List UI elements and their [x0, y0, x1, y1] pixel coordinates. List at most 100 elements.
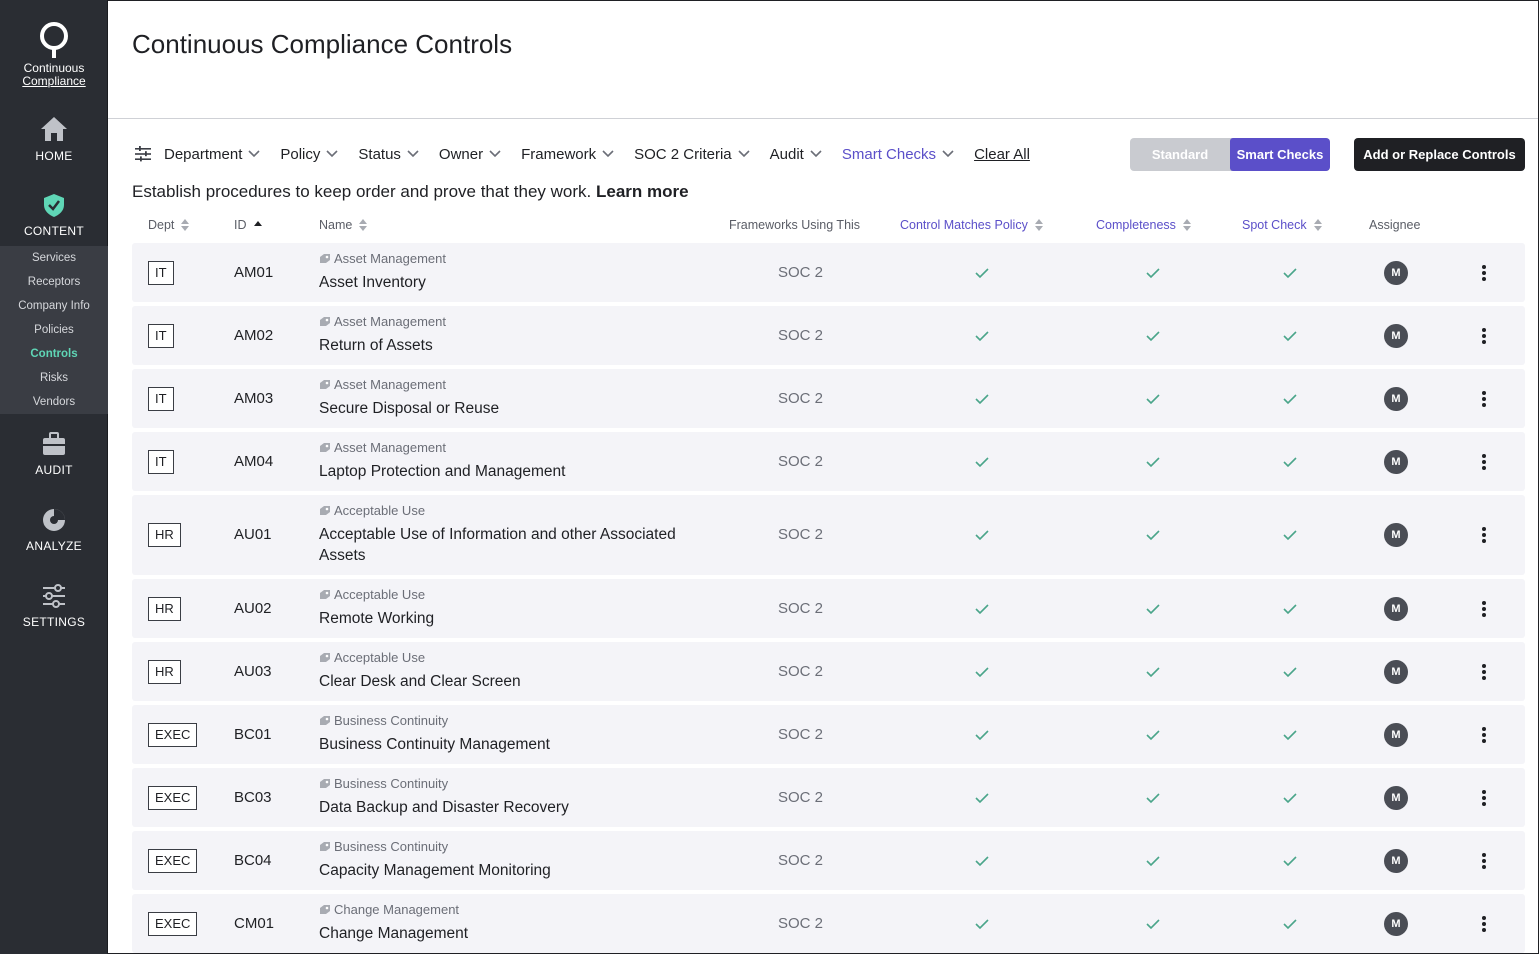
filter-bar: Department Policy Status Owner Framework…: [134, 141, 1030, 167]
control-title[interactable]: Remote Working: [319, 608, 719, 629]
assignee-avatar[interactable]: M: [1384, 911, 1408, 936]
control-matches-policy-check-icon: [975, 329, 989, 347]
more-options-icon[interactable]: [1478, 663, 1490, 680]
assignee-avatar[interactable]: M: [1384, 386, 1408, 411]
table-row[interactable]: HR AU02 Acceptable Use Remote Working SOC 2 M: [132, 579, 1525, 638]
more-options-icon[interactable]: [1478, 915, 1490, 932]
tag-icon: [320, 652, 330, 662]
filter-status[interactable]: Status: [358, 146, 419, 163]
control-title[interactable]: Business Continuity Management: [319, 734, 719, 755]
more-options-icon[interactable]: [1478, 852, 1490, 869]
table-row[interactable]: EXEC BC01 Business Continuity Business Cont…: [132, 705, 1525, 764]
table-row[interactable]: IT AM01 Asset Management Asset Inventory SOC…: [132, 243, 1525, 302]
nav-analyze[interactable]: ANALYZE: [0, 507, 108, 553]
assignee-avatar[interactable]: M: [1384, 449, 1408, 474]
logo-icon: [40, 22, 68, 58]
toggle-smart-checks[interactable]: Smart Checks: [1230, 138, 1330, 171]
control-title[interactable]: Acceptable Use of Information and other …: [319, 524, 719, 566]
control-title[interactable]: Change Management: [319, 923, 719, 944]
main-content: Continuous Compliance Controls Departmen…: [108, 0, 1539, 954]
more-options-icon[interactable]: [1478, 327, 1490, 344]
more-options-icon[interactable]: [1478, 453, 1490, 470]
control-title[interactable]: Data Backup and Disaster Recovery: [319, 797, 719, 818]
assignee-avatar[interactable]: M: [1384, 848, 1408, 873]
nav-home[interactable]: HOME: [0, 115, 108, 163]
tag-icon: [320, 715, 330, 725]
assignee-avatar[interactable]: M: [1384, 523, 1408, 547]
control-category: Change Management: [319, 901, 719, 917]
col-frameworks: Frameworks Using This: [729, 218, 861, 232]
filter-owner[interactable]: Owner: [439, 146, 501, 163]
assignee-avatar[interactable]: M: [1384, 722, 1408, 747]
clear-all-link[interactable]: Clear All: [974, 146, 1030, 163]
more-options-icon[interactable]: [1478, 789, 1490, 806]
subnav-controls[interactable]: Controls: [0, 342, 108, 366]
table-row[interactable]: EXEC CM01 Change Management Change Manageme…: [132, 894, 1525, 953]
col-completeness[interactable]: Completeness: [1096, 218, 1192, 232]
app-logo[interactable]: Continuous Compliance: [0, 22, 108, 88]
filter-sliders-icon[interactable]: [134, 145, 152, 163]
table-row[interactable]: IT AM02 Asset Management Return of Assets SO…: [132, 306, 1525, 365]
subnav-risks[interactable]: Risks: [0, 366, 108, 390]
subnav-policies[interactable]: Policies: [0, 318, 108, 342]
nav-audit[interactable]: AUDIT: [0, 431, 108, 477]
control-title[interactable]: Capacity Management Monitoring: [319, 860, 719, 881]
table-row[interactable]: IT AM03 Asset Management Secure Disposal or…: [132, 369, 1525, 428]
control-title[interactable]: Asset Inventory: [319, 272, 719, 293]
control-title[interactable]: Laptop Protection and Management: [319, 461, 719, 482]
toggle-standard[interactable]: Standard: [1130, 138, 1230, 171]
home-icon: [41, 117, 67, 141]
framework-label: SOC 2: [778, 389, 824, 407]
spot-check-check-icon: [1283, 602, 1297, 620]
table-row[interactable]: EXEC BC04 Business Continuity Capacity Mana…: [132, 831, 1525, 890]
filter-smart-checks[interactable]: Smart Checks: [842, 146, 954, 163]
assignee-avatar[interactable]: M: [1384, 260, 1408, 285]
dept-badge: HR: [148, 596, 181, 621]
more-options-icon[interactable]: [1478, 726, 1490, 743]
tag-icon: [320, 841, 330, 851]
control-title[interactable]: Secure Disposal or Reuse: [319, 398, 719, 419]
control-title[interactable]: Return of Assets: [319, 335, 719, 356]
more-options-icon[interactable]: [1478, 600, 1490, 617]
dept-badge: IT: [148, 323, 174, 348]
sort-icon: [1313, 219, 1322, 231]
more-options-icon[interactable]: [1478, 264, 1490, 281]
dept-badge: EXEC: [148, 848, 198, 873]
nav-settings[interactable]: SETTINGS: [0, 583, 108, 629]
subnav-services[interactable]: Services: [0, 246, 108, 270]
col-spot-check[interactable]: Spot Check: [1242, 218, 1323, 232]
table-row[interactable]: HR AU03 Acceptable Use Clear Desk and Clear…: [132, 642, 1525, 701]
table-row[interactable]: EXEC BC03 Business Continuity Data Backup a…: [132, 768, 1525, 827]
col-name[interactable]: Name: [319, 218, 368, 232]
spot-check-check-icon: [1283, 854, 1297, 872]
filter-policy[interactable]: Policy: [280, 146, 338, 163]
filter-framework[interactable]: Framework: [521, 146, 614, 163]
control-title[interactable]: Clear Desk and Clear Screen: [319, 671, 719, 692]
col-control-matches-policy[interactable]: Control Matches Policy: [900, 218, 1044, 232]
filter-audit[interactable]: Audit: [770, 146, 822, 163]
more-options-icon[interactable]: [1478, 390, 1490, 407]
assignee-avatar[interactable]: M: [1384, 785, 1408, 810]
learn-more-link[interactable]: Learn more: [596, 182, 689, 201]
filter-department[interactable]: Department: [164, 146, 260, 163]
subnav-receptors[interactable]: Receptors: [0, 270, 108, 294]
col-id[interactable]: ID: [234, 218, 263, 232]
subnav-vendors[interactable]: Vendors: [0, 390, 108, 414]
spot-check-check-icon: [1283, 329, 1297, 347]
filter-soc2-criteria[interactable]: SOC 2 Criteria: [634, 146, 750, 163]
more-options-icon[interactable]: [1478, 527, 1490, 543]
table-row[interactable]: HR AU01 Acceptable Use Acceptable Use of In…: [132, 495, 1525, 575]
col-assignee: Assignee: [1369, 218, 1421, 232]
col-dept[interactable]: Dept: [148, 218, 190, 232]
assignee-avatar[interactable]: M: [1384, 323, 1408, 348]
assignee-avatar[interactable]: M: [1384, 659, 1408, 684]
subnav-company-info[interactable]: Company Info: [0, 294, 108, 318]
dept-badge: EXEC: [148, 911, 198, 936]
nav-content[interactable]: CONTENT: [0, 192, 108, 238]
completeness-check-icon: [1146, 329, 1160, 347]
chevron-down-icon: [489, 150, 501, 158]
table-row[interactable]: IT AM04 Asset Management Laptop Protection …: [132, 432, 1525, 491]
control-matches-policy-check-icon: [975, 392, 989, 410]
assignee-avatar[interactable]: M: [1384, 596, 1408, 621]
add-or-replace-controls-button[interactable]: Add or Replace Controls: [1354, 138, 1525, 171]
